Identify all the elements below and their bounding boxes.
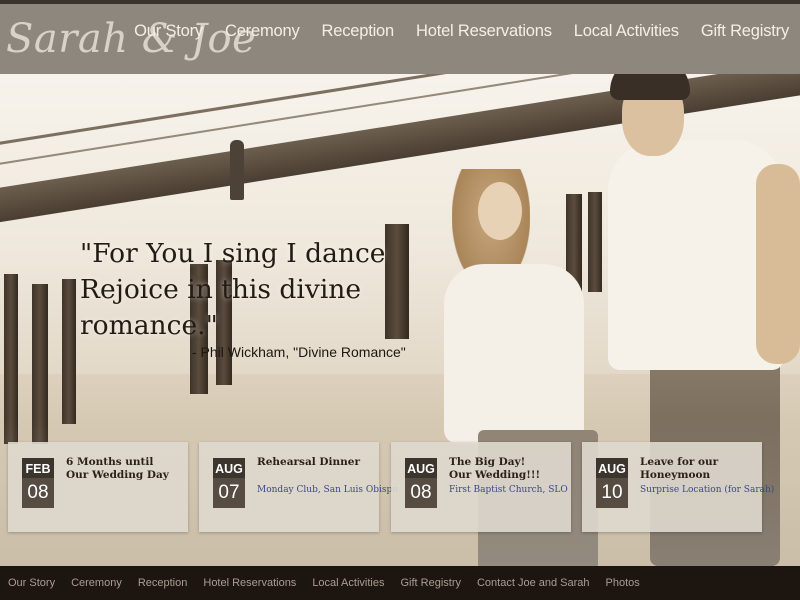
event-day: 08	[22, 478, 54, 508]
footer-link-our-story[interactable]: Our Story	[0, 577, 63, 589]
nav-ceremony[interactable]: Ceremony	[214, 4, 311, 60]
hero-quote: "For You I sing I dance Rejoice in this …	[80, 238, 386, 341]
nav-local-activities[interactable]: Local Activities	[563, 4, 690, 60]
event-month: AUG	[215, 462, 243, 476]
nav-hotel-reservations[interactable]: Hotel Reservations	[405, 4, 563, 60]
event-title: Leave for our Honeymoon	[640, 456, 758, 482]
footer-link-hotel-reservations[interactable]: Hotel Reservations	[195, 577, 304, 589]
footer-link-reception[interactable]: Reception	[130, 577, 196, 589]
calendar-icon: AUG 10	[596, 458, 628, 508]
footer-link-gift-registry[interactable]: Gift Registry	[392, 577, 469, 589]
footer-link-ceremony[interactable]: Ceremony	[63, 577, 130, 589]
nav-gift-registry[interactable]: Gift Registry	[690, 4, 800, 60]
event-card[interactable]: AUG 08 The Big Day! Our Wedding!!! First…	[391, 442, 571, 532]
event-day: 08	[405, 478, 437, 508]
event-month: AUG	[407, 462, 435, 476]
event-month: FEB	[25, 462, 51, 476]
event-title-line2: Our Wedding Day	[66, 469, 169, 481]
event-location[interactable]: Surprise Location (for Sarah)	[640, 485, 774, 495]
footer-link-photos[interactable]: Photos	[598, 577, 648, 589]
event-title: The Big Day! Our Wedding!!!	[449, 456, 567, 482]
footer-link-local-activities[interactable]: Local Activities	[304, 577, 392, 589]
event-title: 6 Months until Our Wedding Day	[66, 456, 184, 482]
main-nav: Our Story Ceremony Reception Hotel Reser…	[123, 4, 800, 60]
event-day: 10	[596, 478, 628, 508]
event-title-line1: Rehearsal Dinner	[257, 456, 360, 468]
event-title: Rehearsal Dinner	[257, 456, 375, 469]
nav-reception[interactable]: Reception	[311, 4, 406, 60]
event-card[interactable]: AUG 10 Leave for our Honeymoon Surprise …	[582, 442, 774, 532]
event-location[interactable]: Monday Club, San Luis Obispo	[257, 485, 398, 495]
calendar-icon: FEB 08	[22, 458, 54, 508]
event-title-line1: 6 Months until	[66, 456, 154, 468]
event-title-line1: Leave for our	[640, 456, 719, 468]
calendar-icon: AUG 08	[405, 458, 437, 508]
event-day: 07	[213, 478, 245, 508]
quote-attribution: - Phil Wickham, "Divine Romance"	[192, 344, 406, 360]
event-location[interactable]: First Baptist Church, SLO	[449, 485, 568, 495]
event-month: AUG	[598, 462, 626, 476]
site-header: Sarah & Joe Our Story Ceremony Reception…	[0, 4, 800, 74]
event-card[interactable]: AUG 07 Rehearsal Dinner Monday Club, San…	[199, 442, 398, 532]
calendar-icon: AUG 07	[213, 458, 245, 508]
footer-link-contact[interactable]: Contact Joe and Sarah	[469, 577, 598, 589]
event-card[interactable]: FEB 08 6 Months until Our Wedding Day	[8, 442, 188, 532]
site-footer: Our Story Ceremony Reception Hotel Reser…	[0, 566, 800, 600]
event-title-line2: Honeymoon	[640, 469, 711, 481]
event-title-line2: Our Wedding!!!	[449, 469, 541, 481]
nav-our-story[interactable]: Our Story	[123, 4, 214, 60]
event-title-line1: The Big Day!	[449, 456, 526, 468]
